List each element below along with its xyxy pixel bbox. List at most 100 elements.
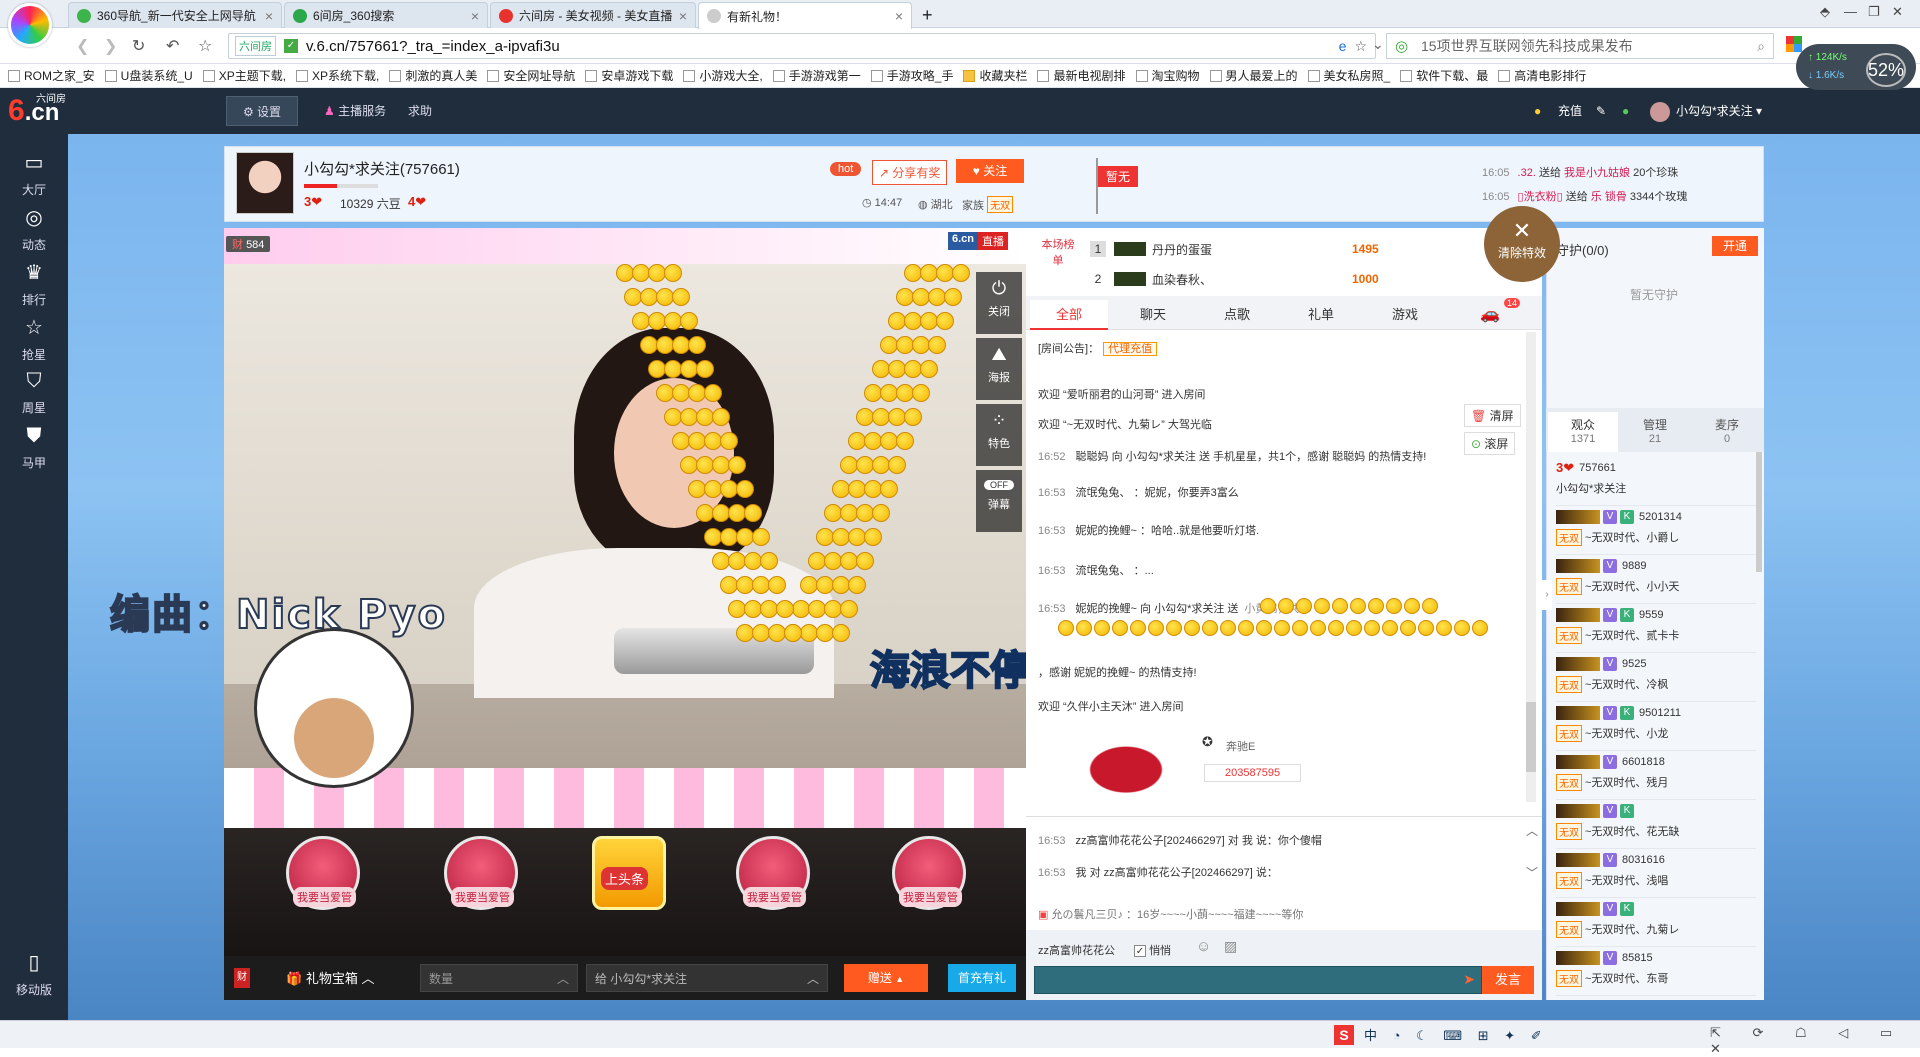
announce-receiver[interactable]: 我是小九姑娘 xyxy=(1564,167,1630,179)
audience-item[interactable]: V 85815 无双 ~无双时代、东哥 xyxy=(1556,948,1756,996)
audience-item[interactable]: 3❤ 757661 小勾勾*求关注 xyxy=(1556,458,1756,506)
forward-icon[interactable]: ❯ xyxy=(104,36,117,56)
settings-button[interactable]: ⚙ 设置 xyxy=(226,96,298,126)
send-gift-button[interactable]: 赠送 ▲ xyxy=(844,964,928,992)
close-tab-icon[interactable]: × xyxy=(679,8,687,24)
audience-item[interactable]: V K 5201314 无双 ~无双时代、小爵し xyxy=(1556,507,1756,555)
share-button[interactable]: ↗ 分享有奖 xyxy=(872,160,948,185)
video-tool-toggle[interactable]: OFF 弹幕 xyxy=(976,470,1022,532)
nav-shirt[interactable]: ⛊ 马甲 xyxy=(0,415,68,481)
audience-item[interactable]: V 9889 无双 ~无双时代、小小天 xyxy=(1556,556,1756,604)
video-stream[interactable] xyxy=(224,228,1026,828)
sogou-ime-icon[interactable]: S xyxy=(1334,1025,1354,1045)
bookmark-item[interactable]: 安全网址导航 xyxy=(487,67,585,84)
bookmark-item[interactable]: 男人最爱上的 xyxy=(1209,67,1308,84)
announce-sender[interactable]: .32. xyxy=(1518,167,1536,179)
audience-tab[interactable]: 麦序 0 xyxy=(1692,412,1762,445)
audience-item[interactable]: V K 无双 ~无双时代、九菊レ xyxy=(1556,899,1756,947)
browser-tab[interactable]: 六间房 - 美女视频 - 美女直播 × xyxy=(490,2,696,28)
browser-tab[interactable]: 有新礼物！ × xyxy=(698,2,912,29)
video-tool-poster[interactable]: ⛰ 海报 xyxy=(976,338,1022,400)
chat-tab[interactable]: 全部 xyxy=(1030,300,1108,330)
check-icon[interactable]: ● xyxy=(1622,96,1629,126)
audience-tab[interactable]: 管理 21 xyxy=(1620,412,1690,445)
bookmark-item[interactable]: 手游游戏第一 xyxy=(772,67,871,84)
close-tab-icon[interactable]: × xyxy=(471,8,479,24)
network-speed-widget[interactable]: ↑ 124K/s ↓ 1.6K/s 52% xyxy=(1796,44,1916,90)
rank-row[interactable]: 2 血染春秋、 1000 xyxy=(1090,268,1450,290)
anchor-avatar[interactable] xyxy=(236,152,294,214)
flag-label[interactable]: 暂无 xyxy=(1098,166,1139,187)
gift-shortcut-button[interactable]: 我要当爱管 xyxy=(892,836,966,910)
gift-shortcut-button[interactable]: 我要当爱管 xyxy=(444,836,518,910)
ime-tools[interactable]: 中 ◔ ☾ ⌨ ⊞ ✦ ✐ xyxy=(1364,1025,1548,1044)
apps-grid-icon[interactable] xyxy=(1786,36,1802,52)
bookmark-star-icon[interactable]: ☆ xyxy=(1354,38,1367,55)
gift-chest-button[interactable]: 🎁 礼物宝箱 ︿ xyxy=(286,968,374,987)
host-service-link[interactable]: ♟ 主播服务 xyxy=(324,96,386,126)
reload-icon[interactable]: ↻ xyxy=(132,36,145,56)
browser-logo-icon[interactable] xyxy=(8,3,52,47)
chat-target[interactable]: zz高富帅花花公 xyxy=(1038,942,1115,958)
bookmark-item[interactable]: XP系统下载, xyxy=(296,67,389,84)
undo-icon[interactable]: ↶ xyxy=(166,36,179,56)
bookmark-item[interactable]: 小游戏大全, xyxy=(683,67,772,84)
site-logo[interactable]: 6.cn xyxy=(8,94,59,128)
follow-button[interactable]: ♥ 关注 xyxy=(956,159,1024,183)
private-checkbox[interactable]: ✓ 悄悄 xyxy=(1134,942,1171,958)
audience-item[interactable]: V 8031616 无双 ~无双时代、浅唱 xyxy=(1556,850,1756,898)
close-tab-icon[interactable]: × xyxy=(895,8,903,24)
close-tab-icon[interactable]: × xyxy=(265,8,273,24)
close-window-icon[interactable]: ✕ xyxy=(1892,4,1903,20)
audience-item[interactable]: V 6601818 无双 ~无双时代、残月 xyxy=(1556,752,1756,800)
chat-tab[interactable]: 点歌 xyxy=(1198,300,1276,330)
scroll-screen-button[interactable]: ⊙ 滚屏 xyxy=(1464,432,1516,455)
minimize-icon[interactable]: — xyxy=(1844,4,1857,19)
maximize-icon[interactable]: ❐ xyxy=(1868,4,1880,20)
collapse-handle[interactable]: › xyxy=(1542,580,1552,610)
chat-tab[interactable]: 聊天 xyxy=(1114,300,1192,330)
open-guard-button[interactable]: 开通 xyxy=(1712,236,1758,256)
url-text[interactable]: v.6.cn/757661?_tra_=index_a-ipvafi3u xyxy=(306,38,560,55)
ie-engine-icon[interactable]: e xyxy=(1339,38,1347,54)
chat-tab[interactable]: 游戏 xyxy=(1366,300,1444,330)
car-icon[interactable]: 🚗 xyxy=(1480,304,1500,324)
emoji-icon[interactable]: ☺ xyxy=(1196,938,1211,955)
send-message-button[interactable]: 发言 xyxy=(1482,966,1534,994)
audience-item[interactable]: V K 9559 无双 ~无双时代、贰卡卡 xyxy=(1556,605,1756,653)
nav-phone[interactable]: ▯ 移动版 xyxy=(0,940,68,1006)
bookmark-item[interactable]: 淘宝购物 xyxy=(1135,67,1210,84)
audience-tab[interactable]: 观众 1371 xyxy=(1548,412,1618,452)
bookmark-item[interactable]: 高清电影排行 xyxy=(1498,67,1596,84)
bookmark-item[interactable]: 软件下载、最 xyxy=(1400,67,1498,84)
chat-tab[interactable]: 礼单 xyxy=(1282,300,1360,330)
private-scroll-up[interactable]: ︿ xyxy=(1526,822,1538,839)
announce-receiver[interactable]: 乐 锁骨 xyxy=(1591,191,1627,203)
wealth-icon[interactable]: 财 xyxy=(234,968,250,988)
rank-row[interactable]: 1 丹丹的蛋蛋 1495 xyxy=(1090,238,1450,260)
tray-icons[interactable]: ⇱ ⟳ ☖ ◁ ▭ ✕ xyxy=(1710,1025,1920,1057)
dropdown-icon[interactable]: ⌄ xyxy=(1372,36,1384,53)
audience-item[interactable]: V 9525 无双 ~无双时代、冷枫 xyxy=(1556,654,1756,702)
recipient-select[interactable]: 给 小勾勾*求关注 ︿ xyxy=(586,964,828,992)
quantity-input[interactable]: 数量 ︿ xyxy=(420,964,578,992)
help-link[interactable]: 求助 xyxy=(408,96,432,126)
browser-tab[interactable]: 360导航_新一代安全上网导航 × xyxy=(68,2,282,28)
chat-extra[interactable]: 代理充值 xyxy=(1103,342,1158,356)
bookmark-item[interactable]: 最新电视剧排 xyxy=(1037,67,1135,84)
gift-shortcut-button[interactable]: 我要当爱管 xyxy=(736,836,810,910)
magnifier-icon[interactable]: ⌕ xyxy=(1757,38,1765,55)
back-icon[interactable]: ❮ xyxy=(76,36,89,56)
audience-scrollbar[interactable] xyxy=(1756,452,1762,572)
search-input[interactable]: ◎ 15项世界互联网领先科技成果发布 ⌕ xyxy=(1386,33,1774,59)
bookmark-item[interactable]: XP主题下载, xyxy=(202,67,296,84)
pin-icon[interactable]: ⬘ xyxy=(1820,4,1830,20)
bookmark-item[interactable]: 美女私房照_ xyxy=(1307,67,1401,84)
audience-item[interactable]: V K 无双 ~无双时代、花无缺 xyxy=(1556,801,1756,849)
bookmark-item[interactable]: U盘装系统_U xyxy=(104,67,203,84)
recharge-link[interactable]: 充值 xyxy=(1558,96,1582,126)
bookmark-item[interactable]: 手游攻略_手 xyxy=(870,67,964,84)
announce-sender[interactable]: ▯洗衣粉▯ xyxy=(1518,191,1563,203)
browser-tab[interactable]: 6间房_360搜索 × xyxy=(284,2,488,28)
url-input[interactable]: 六间房 ✓ v.6.cn/757661?_tra_=index_a-ipvafi… xyxy=(228,33,1376,59)
